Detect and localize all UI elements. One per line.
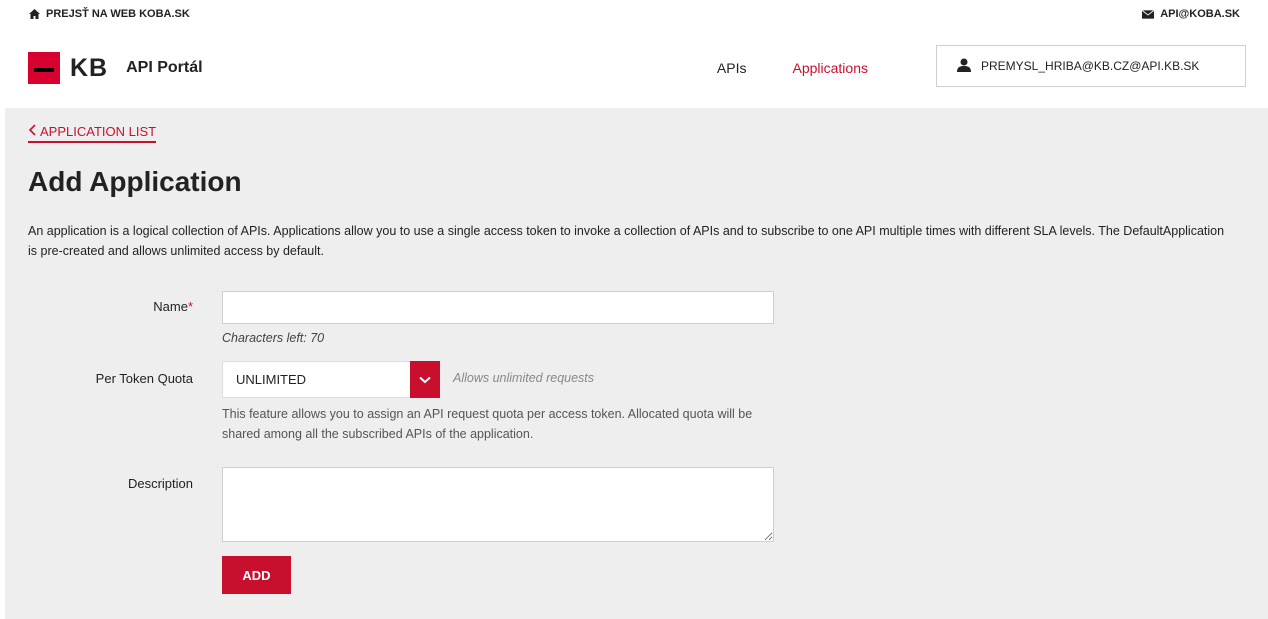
quota-dropdown-button[interactable] bbox=[410, 361, 440, 398]
back-link-label: APPLICATION LIST bbox=[40, 124, 157, 139]
user-icon bbox=[957, 58, 971, 75]
logo[interactable]: KB API Portál bbox=[28, 52, 203, 84]
characters-left-hint: Characters left: 70 bbox=[222, 331, 325, 345]
description-textarea[interactable] bbox=[222, 467, 774, 542]
user-menu[interactable]: PREMYSL_HRIBA@KB.CZ@API.KB.SK bbox=[936, 45, 1246, 87]
kb-logo-mark bbox=[28, 52, 60, 84]
logo-text: KB bbox=[70, 53, 109, 82]
quota-select[interactable]: UNLIMITED bbox=[222, 361, 440, 398]
chevron-down-icon bbox=[419, 371, 431, 389]
portal-title: API Portál bbox=[126, 59, 203, 76]
name-label-text: Name bbox=[153, 299, 188, 314]
email-link-label: API@KOBA.SK bbox=[1160, 8, 1240, 20]
description-label: Description bbox=[127, 476, 193, 491]
quota-hint: Allows unlimited requests bbox=[453, 371, 595, 385]
required-mark: * bbox=[187, 299, 193, 314]
intro-text: An application is a logical collection o… bbox=[28, 224, 1225, 258]
quota-select-value[interactable]: UNLIMITED bbox=[222, 361, 410, 398]
top-utility-bar: PREJSŤ NA WEB KOBA.SK API@KOBA.SK bbox=[0, 0, 1268, 28]
name-input[interactable] bbox=[222, 291, 774, 324]
email-link[interactable]: API@KOBA.SK bbox=[1142, 8, 1240, 20]
back-to-application-list-link[interactable]: APPLICATION LIST bbox=[28, 124, 157, 143]
home-link[interactable]: PREJSŤ NA WEB KOBA.SK bbox=[28, 8, 190, 20]
add-button[interactable]: ADD bbox=[222, 556, 291, 594]
quota-label: Per Token Quota bbox=[95, 371, 193, 386]
chevron-left-icon bbox=[28, 124, 36, 139]
name-label: Name* bbox=[5, 299, 193, 314]
quota-description: This feature allows you to assign an API… bbox=[222, 407, 753, 441]
main-panel: APPLICATION LIST Add Application An appl… bbox=[5, 108, 1268, 619]
site-header: KB API Portál APIs Applications PREMYSL_… bbox=[0, 28, 1268, 108]
envelope-icon bbox=[1142, 8, 1155, 20]
page-title: Add Application bbox=[28, 166, 242, 197]
user-email: PREMYSL_HRIBA@KB.CZ@API.KB.SK bbox=[981, 59, 1200, 73]
main-nav: APIs Applications bbox=[717, 28, 868, 108]
home-link-label: PREJSŤ NA WEB KOBA.SK bbox=[46, 8, 190, 20]
nav-item-apis[interactable]: APIs bbox=[717, 60, 747, 76]
nav-item-applications[interactable]: Applications bbox=[793, 60, 869, 76]
home-icon bbox=[28, 8, 40, 20]
